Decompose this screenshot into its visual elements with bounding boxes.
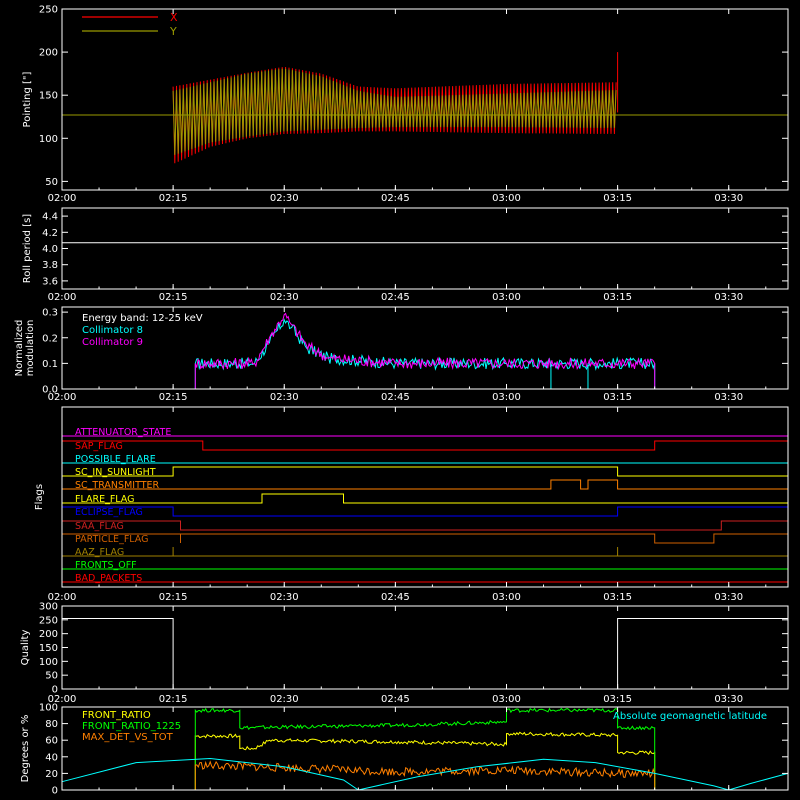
pointing-ytick-label: 150 bbox=[39, 91, 58, 102]
flag-label-eclipse-flag: ECLIPSE_FLAG bbox=[75, 507, 143, 518]
degrees-ytick-label: 60 bbox=[45, 736, 58, 747]
degrees-ytick-label: 80 bbox=[45, 719, 58, 730]
modulation-ytick-label: 0.1 bbox=[42, 359, 58, 370]
roll-xtick-label: 02:15 bbox=[159, 292, 188, 303]
pointing-xtick-label: 02:45 bbox=[381, 193, 410, 204]
pointing-legend-label-x: X bbox=[170, 11, 178, 24]
roll-ytick-label: 3.8 bbox=[42, 260, 58, 271]
quality-ytick-label: 100 bbox=[39, 657, 58, 668]
modulation-xtick-label: 02:30 bbox=[270, 392, 299, 403]
modulation-ylabel-line2: modulation bbox=[25, 320, 36, 377]
quality-ytick-label: 200 bbox=[39, 629, 58, 640]
ops-summary-figure: 02:00 02:15 02:30 02:45 03:00 03:15 03:30 50 100… bbox=[0, 0, 800, 800]
quality-ytick-label: 150 bbox=[39, 643, 58, 654]
modulation-xtick-label: 02:45 bbox=[381, 392, 410, 403]
flags-ylabel: Flags bbox=[34, 484, 45, 510]
flags-xtick-label: 03:15 bbox=[603, 592, 632, 603]
pointing-ytick-label: 200 bbox=[39, 48, 58, 59]
modulation-ytick-label: 0.0 bbox=[42, 385, 58, 396]
roll-xtick-label: 03:15 bbox=[603, 292, 632, 303]
modulation-energy-band: Energy band: 12-25 keV bbox=[82, 313, 203, 324]
roll-ytick-label: 3.6 bbox=[42, 276, 58, 287]
roll-ytick-label: 4.4 bbox=[42, 212, 58, 223]
pointing-legend-label-y: Y bbox=[169, 25, 177, 38]
pointing-ylabel: Pointing ["] bbox=[22, 71, 33, 127]
flags-xtick-label: 03:30 bbox=[714, 592, 743, 603]
pointing-ytick-label: 50 bbox=[45, 177, 58, 188]
pointing-xtick-label: 02:00 bbox=[48, 193, 77, 204]
pointing-xtick-label: 03:00 bbox=[492, 193, 521, 204]
roll-xtick-label: 03:00 bbox=[492, 292, 521, 303]
modulation-legend-label-9: Collimator 9 bbox=[82, 337, 143, 348]
flags-xtick-label: 02:45 bbox=[381, 592, 410, 603]
degrees-legend-label-3: MAX_DET_VS_TOT bbox=[82, 732, 174, 743]
modulation-xtick-label: 03:15 bbox=[603, 392, 632, 403]
roll-xtick-label: 03:30 bbox=[714, 292, 743, 303]
modulation-ytick-label: 0.2 bbox=[42, 333, 58, 344]
modulation-ylabel: Normalized bbox=[14, 320, 25, 377]
roll-ytick-label: 4.0 bbox=[42, 244, 58, 255]
degrees-ytick-label: 100 bbox=[39, 703, 58, 714]
flag-label-attenuator-state: ATTENUATOR_STATE bbox=[75, 427, 171, 438]
pointing-ytick-label: 250 bbox=[39, 5, 58, 16]
flag-label-particle-flag: PARTICLE_FLAG bbox=[75, 534, 148, 545]
degrees-ytick-label: 20 bbox=[45, 769, 58, 780]
quality-ylabel: Quality bbox=[20, 630, 31, 666]
flags-xtick-label: 03:00 bbox=[492, 592, 521, 603]
modulation-xtick-label: 03:30 bbox=[714, 392, 743, 403]
flag-label-fronts-off: FRONTS_OFF bbox=[75, 560, 137, 571]
roll-ylabel: Roll period [s] bbox=[22, 214, 33, 283]
degrees-legend-latitude: Absolute geomagnetic latitude bbox=[613, 711, 767, 722]
degrees-legend-label-2: FRONT_RATIO_1225 bbox=[82, 721, 181, 732]
degrees-ylabel: Degrees or % bbox=[20, 715, 31, 783]
modulation-legend-label-8: Collimator 8 bbox=[82, 325, 143, 336]
degrees-legend-label-1: FRONT_RATIO bbox=[82, 710, 151, 721]
modulation-xtick-label: 02:15 bbox=[159, 392, 188, 403]
flag-label-aaz-flag: AAZ_FLAG bbox=[75, 547, 124, 558]
quality-ytick-label: 250 bbox=[39, 615, 58, 626]
flags-xtick-label: 02:15 bbox=[159, 592, 188, 603]
quality-xtick-label: 02:30 bbox=[270, 694, 299, 705]
flag-label-sc-transmitter: SC_TRANSMITTER bbox=[75, 480, 160, 491]
quality-xtick-label: 03:30 bbox=[714, 694, 743, 705]
quality-ytick-label: 0 bbox=[52, 685, 58, 696]
roll-xtick-label: 02:45 bbox=[381, 292, 410, 303]
flag-label-possible-flare: POSSIBLE_FLARE bbox=[75, 454, 156, 465]
pointing-xtick-label: 03:15 bbox=[603, 193, 632, 204]
quality-xtick-label: 03:00 bbox=[492, 694, 521, 705]
flag-label-sap-flag: SAP_FLAG bbox=[75, 441, 123, 452]
degrees-ytick-label: 0 bbox=[52, 786, 58, 797]
flag-label-flare-flag: FLARE_FLAG bbox=[75, 494, 135, 505]
modulation-xtick-label: 03:00 bbox=[492, 392, 521, 403]
modulation-ytick-label: 0.3 bbox=[42, 308, 58, 319]
roll-ytick-label: 4.2 bbox=[42, 228, 58, 239]
pointing-xtick-label: 03:30 bbox=[714, 193, 743, 204]
flags-xtick-label: 02:30 bbox=[270, 592, 299, 603]
quality-xtick-label: 03:15 bbox=[603, 694, 632, 705]
quality-ytick-label: 300 bbox=[39, 602, 58, 613]
degrees-ytick-label: 40 bbox=[45, 752, 58, 763]
quality-xtick-label: 02:45 bbox=[381, 694, 410, 705]
pointing-ytick-label: 100 bbox=[39, 134, 58, 145]
quality-xtick-label: 02:15 bbox=[159, 694, 188, 705]
pointing-xtick-label: 02:30 bbox=[270, 193, 299, 204]
pointing-xtick-label: 02:15 bbox=[159, 193, 188, 204]
roll-xtick-label: 02:30 bbox=[270, 292, 299, 303]
roll-xtick-label: 02:00 bbox=[48, 292, 77, 303]
flag-label-sc-in-sunlight: SC_IN_SUNLIGHT bbox=[75, 467, 156, 478]
flag-label-saa-flag: SAA_FLAG bbox=[75, 521, 124, 532]
quality-ytick-label: 50 bbox=[45, 671, 58, 682]
flag-label-bad-packets: BAD_PACKETS bbox=[75, 573, 142, 584]
